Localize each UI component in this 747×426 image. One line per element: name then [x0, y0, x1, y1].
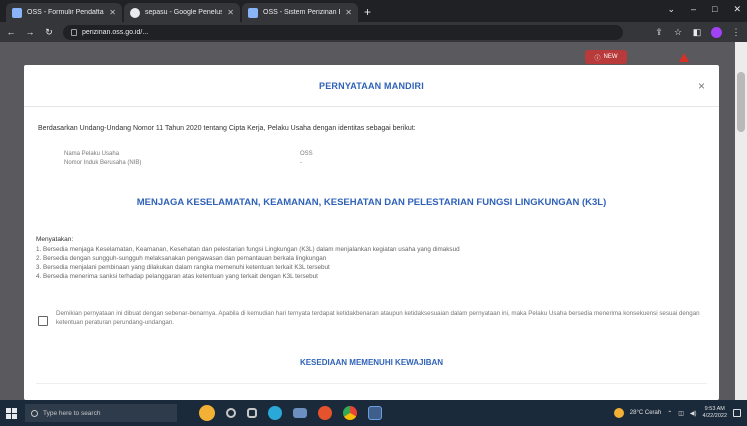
- file-explorer-icon[interactable]: [247, 408, 257, 418]
- tab-title: OSS - Sistem Perizinan Berusaha: [263, 9, 340, 16]
- consent-row[interactable]: Demikian pernyataan ini dibuat dengan se…: [38, 309, 708, 327]
- modal-title: PERNYATAAN MANDIRI: [319, 80, 424, 91]
- pinned-app-icon[interactable]: [199, 405, 215, 421]
- task-view-icon[interactable]: [226, 408, 236, 418]
- taskbar-clock[interactable]: 9:53 AM 4/22/2022: [703, 406, 727, 420]
- browser-tab-active[interactable]: OSS - Sistem Perizinan Berusaha ✕: [242, 3, 358, 22]
- new-tab-icon[interactable]: +: [364, 5, 371, 19]
- system-tray: 28°C Cerah ⌃ ◫ ◀) 9:53 AM 4/22/2022: [613, 406, 747, 420]
- browser-tab[interactable]: sepasu - Google Penelusuran ✕: [124, 3, 240, 22]
- statement-item: 2. Bersedia dengan sungguh-sungguh melak…: [36, 255, 327, 262]
- network-icon[interactable]: ◫: [678, 410, 684, 417]
- identity-value: OSS: [300, 151, 313, 157]
- modal-header: PERNYATAAN MANDIRI ×: [24, 65, 719, 107]
- browser-tab[interactable]: OSS - Formulir Pendaftaran Perizi ✕: [6, 3, 122, 22]
- statement-item: 4. Bersedia menerima sanksi terhadap pel…: [36, 273, 318, 280]
- clock-time: 9:53 AM: [704, 406, 725, 412]
- menu-kebab-icon[interactable]: ⋮: [731, 27, 741, 38]
- consent-checkbox[interactable]: [38, 316, 48, 326]
- maximize-icon[interactable]: □: [712, 4, 717, 15]
- close-window-icon[interactable]: ✕: [733, 4, 741, 15]
- tray-chevron-icon[interactable]: ⌃: [667, 410, 672, 417]
- identity-label: Nama Pelaku Usaha: [64, 151, 120, 157]
- obligation-heading: KESEDIAAN MEMENUHI KEWAJIBAN: [299, 358, 444, 367]
- close-tab-icon[interactable]: ✕: [345, 8, 352, 17]
- forward-icon[interactable]: →: [25, 27, 35, 37]
- identity-value: -: [300, 160, 302, 166]
- close-tab-icon[interactable]: ✕: [109, 8, 116, 17]
- intro-text: Berdasarkan Undang-Undang Nomor 11 Tahun…: [38, 125, 416, 132]
- identity-label: Nomor Induk Berusaha (NIB): [64, 160, 142, 166]
- weather-icon[interactable]: [613, 408, 624, 418]
- k3l-heading: MENJAGA KESELAMATAN, KEAMANAN, KESEHATAN…: [136, 197, 607, 208]
- browser-toolbar: ← → ↻ perizinan.oss.go.id/... ⇪ ☆ ◧ ⋮: [0, 22, 747, 42]
- page-scrollbar[interactable]: [735, 42, 747, 400]
- statement-item: 3. Bersedia menjalani pembinaan yang dil…: [36, 264, 330, 271]
- window-controls: ⌄ – □ ✕: [667, 4, 741, 15]
- business-identity: Nama Pelaku Usaha OSS Nomor Induk Berusa…: [64, 151, 313, 169]
- scrollbar-thumb[interactable]: [737, 72, 745, 132]
- notification-icon[interactable]: [733, 409, 741, 417]
- clock-date: 4/22/2022: [702, 413, 727, 419]
- chevron-down-icon[interactable]: ⌄: [667, 4, 675, 15]
- lock-icon: [71, 28, 77, 36]
- header-nav-button-label: NEW: [603, 54, 618, 60]
- address-bar[interactable]: perizinan.oss.go.id/...: [63, 24, 623, 40]
- minimize-icon[interactable]: –: [691, 4, 696, 15]
- taskbar-search-input[interactable]: Type here to search: [25, 404, 177, 422]
- back-icon[interactable]: ←: [6, 27, 16, 37]
- extensions-icon[interactable]: ◧: [692, 27, 702, 38]
- consent-text: Demikian pernyataan ini dibuat dengan se…: [56, 310, 700, 326]
- active-app-icon[interactable]: [368, 406, 382, 420]
- search-icon: [31, 409, 38, 417]
- volume-icon[interactable]: ◀): [690, 410, 697, 417]
- statement-heading: Menyatakan:: [36, 236, 74, 243]
- divider: [36, 383, 707, 384]
- profile-avatar-icon[interactable]: [711, 26, 722, 38]
- header-nav-button[interactable]: ⓘ NEW: [585, 50, 627, 64]
- info-icon: ⓘ: [594, 55, 601, 62]
- tab-title: OSS - Formulir Pendaftaran Perizi: [27, 9, 104, 16]
- mail-icon[interactable]: [293, 408, 307, 418]
- google-favicon-icon: [130, 7, 140, 18]
- windows-start-icon[interactable]: [6, 407, 17, 419]
- identity-row: Nama Pelaku Usaha OSS: [64, 151, 313, 160]
- weather-text[interactable]: 28°C Cerah: [630, 410, 661, 416]
- close-icon[interactable]: ×: [698, 79, 705, 93]
- search-placeholder: Type here to search: [43, 409, 101, 417]
- chrome-icon[interactable]: [343, 406, 357, 420]
- identity-row: Nomor Induk Berusaha (NIB) -: [64, 160, 313, 169]
- oss-favicon-icon: [12, 7, 22, 18]
- alert-icon[interactable]: [679, 53, 689, 62]
- close-tab-icon[interactable]: ✕: [227, 8, 234, 17]
- tab-title: sepasu - Google Penelusuran: [145, 9, 223, 16]
- url-text: perizinan.oss.go.id/...: [82, 28, 149, 36]
- firefox-icon[interactable]: [318, 406, 332, 420]
- share-icon[interactable]: ⇪: [654, 27, 664, 38]
- statement-list: 1. Bersedia menjaga Keselamatan, Keamana…: [36, 246, 706, 282]
- self-declaration-modal: PERNYATAAN MANDIRI × Berdasarkan Undang-…: [24, 65, 719, 400]
- oss-favicon-icon: [248, 7, 258, 18]
- statement-item: 1. Bersedia menjaga Keselamatan, Keamana…: [36, 246, 460, 253]
- reload-icon[interactable]: ↻: [44, 27, 54, 38]
- taskbar: Type here to search 28°C Cerah ⌃ ◫ ◀) 9:…: [0, 400, 747, 426]
- edge-browser-icon[interactable]: [268, 406, 282, 420]
- taskbar-apps: [199, 405, 382, 421]
- bookmark-star-icon[interactable]: ☆: [673, 27, 683, 38]
- browser-tab-strip: OSS - Formulir Pendaftaran Perizi ✕ sepa…: [0, 0, 747, 22]
